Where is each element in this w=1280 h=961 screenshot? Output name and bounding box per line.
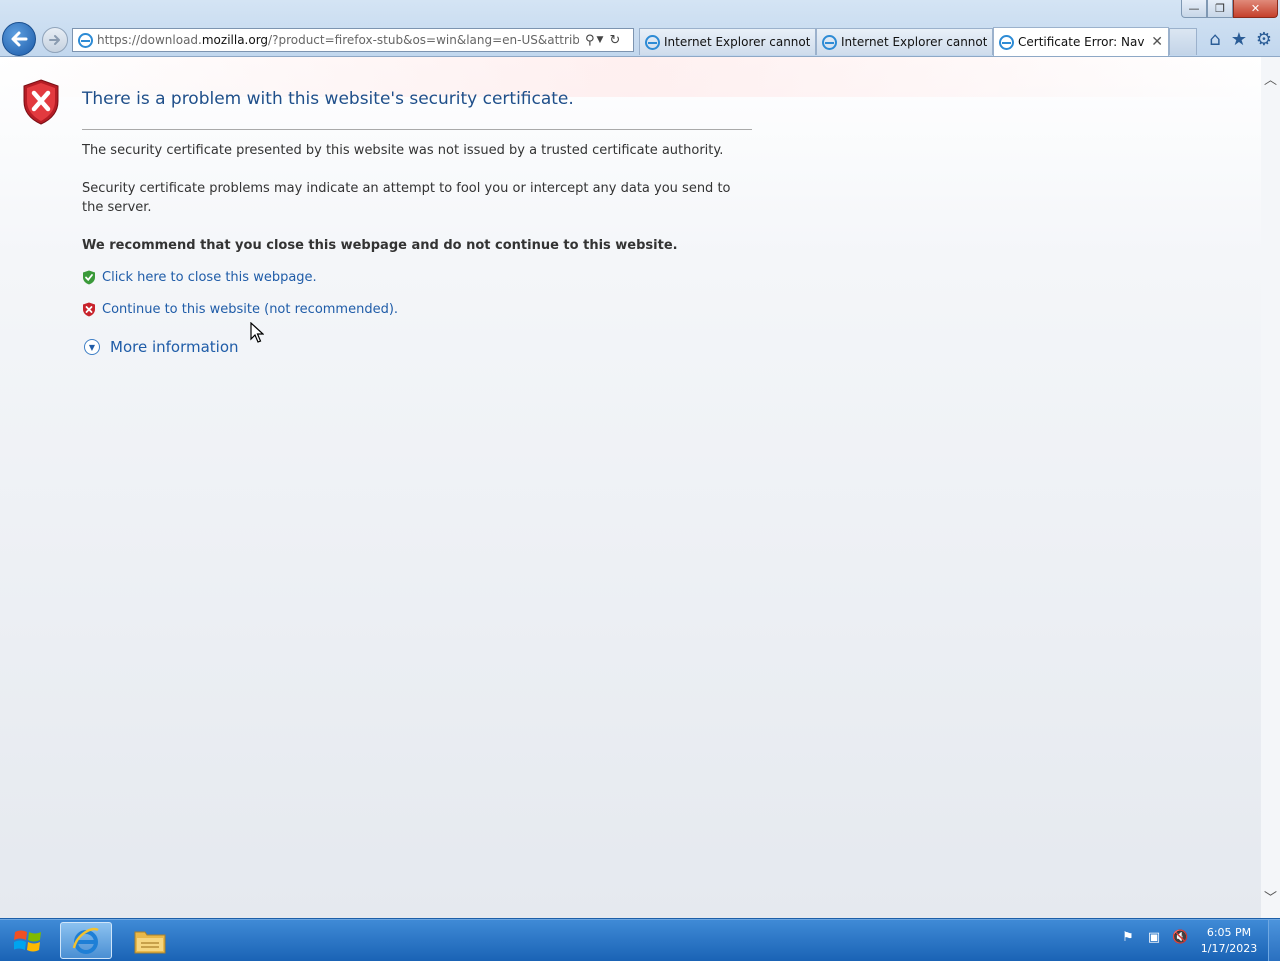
new-tab-button[interactable]	[1169, 28, 1197, 55]
address-url[interactable]: https://download.mozilla.org/?product=fi…	[97, 33, 579, 47]
start-button[interactable]	[2, 922, 54, 960]
taskbar-internet-explorer[interactable]	[60, 922, 112, 959]
mouse-cursor-icon	[250, 322, 264, 343]
ie-icon	[78, 32, 93, 48]
vertical-scrollbar[interactable]: ︿ ﹀	[1261, 57, 1280, 918]
scroll-down-icon[interactable]: ﹀	[1261, 887, 1280, 906]
close-webpage-row: Click here to close this webpage.	[82, 270, 317, 285]
close-webpage-link[interactable]: Click here to close this webpage.	[102, 270, 317, 285]
network-icon[interactable]: ▣	[1146, 930, 1162, 945]
divider	[82, 129, 752, 130]
scroll-up-icon[interactable]: ︿	[1261, 69, 1280, 88]
recommendation-text: We recommend that you close this webpage…	[82, 238, 678, 253]
close-window-button[interactable]: ✕	[1233, 0, 1278, 18]
home-icon[interactable]: ⌂	[1204, 29, 1226, 50]
tab-ie-error-2[interactable]: Internet Explorer cannot di...	[816, 28, 993, 55]
minimize-button[interactable]: —	[1181, 0, 1207, 18]
tools-gear-icon[interactable]: ⚙	[1253, 29, 1275, 50]
tab-certificate-error[interactable]: Certificate Error: Navig... ✕	[993, 27, 1169, 56]
url-domain: mozilla.org	[201, 33, 269, 47]
continue-website-row: Continue to this website (not recommende…	[82, 302, 398, 317]
continue-website-link[interactable]: Continue to this website (not recommende…	[102, 302, 398, 317]
forward-arrow-icon	[49, 35, 60, 45]
tab-label: Certificate Error: Navig...	[1018, 35, 1146, 49]
clock-time: 6:05 PM	[1206, 926, 1252, 939]
address-bar[interactable]: https://download.mozilla.org/?product=fi…	[72, 28, 634, 52]
clock-date: 1/17/2023	[1200, 942, 1258, 955]
back-button[interactable]	[2, 22, 36, 56]
windows-logo-icon	[14, 930, 41, 952]
system-tray: ⚑ ▣ 🔇	[1120, 930, 1188, 945]
more-information-row[interactable]: ▼ More information	[84, 338, 239, 356]
info-expand-icon[interactable]: ▼	[84, 339, 100, 355]
show-desktop-button[interactable]	[1268, 920, 1280, 961]
browser-chrome: — ❐ ✕ https://download.mozilla.org/?prod…	[0, 0, 1280, 57]
certificate-message: The security certificate presented by th…	[82, 143, 724, 158]
dropdown-arrow-icon[interactable]: ▼	[597, 35, 604, 45]
security-warning-message: Security certificate problems may indica…	[82, 181, 731, 215]
refresh-icon[interactable]: ↻	[609, 33, 620, 48]
url-suffix: /?product=firefox-stub&os=win&lang=en-US…	[268, 33, 579, 47]
maximize-button[interactable]: ❐	[1207, 0, 1233, 18]
taskbar-file-explorer[interactable]	[124, 922, 176, 959]
error-shield-icon	[83, 302, 95, 317]
more-information-link[interactable]: More information	[110, 338, 239, 356]
search-icon[interactable]: ⚲	[585, 33, 595, 48]
ie-icon	[999, 34, 1014, 50]
tab-label: Internet Explorer cannot di...	[664, 35, 810, 49]
file-explorer-icon	[134, 931, 166, 953]
ie-icon	[645, 34, 660, 50]
error-shield-icon	[23, 79, 59, 125]
tab-ie-error-1[interactable]: Internet Explorer cannot di...	[639, 28, 816, 55]
volume-muted-icon[interactable]: 🔇	[1172, 930, 1188, 945]
tab-close-icon[interactable]: ✕	[1145, 34, 1163, 50]
back-arrow-icon	[11, 31, 28, 47]
forward-button[interactable]	[42, 27, 68, 53]
flag-icon[interactable]: ⚑	[1120, 930, 1136, 945]
safe-shield-icon	[83, 270, 95, 285]
page-content: There is a problem with this website's s…	[0, 57, 1262, 918]
page-title: There is a problem with this website's s…	[82, 89, 574, 109]
ie-icon	[822, 34, 837, 50]
taskbar: ⚑ ▣ 🔇 6:05 PM 1/17/2023	[0, 919, 1280, 961]
url-prefix: https://download.	[97, 33, 202, 47]
taskbar-clock[interactable]: 6:05 PM 1/17/2023	[1196, 925, 1262, 957]
ie-icon	[72, 927, 99, 954]
tab-label: Internet Explorer cannot di...	[841, 35, 987, 49]
favorites-star-icon[interactable]: ★	[1228, 29, 1250, 50]
